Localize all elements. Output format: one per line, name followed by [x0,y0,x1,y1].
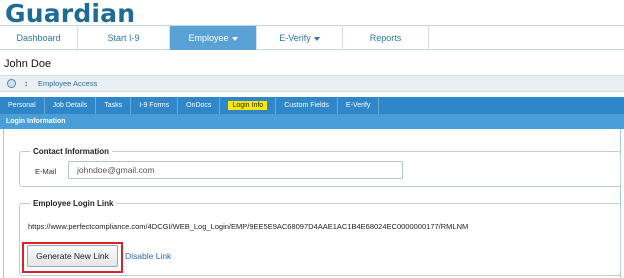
nav-e-verify[interactable]: E-Verify [257,26,343,50]
login-link-url: https://www.perfectcompliance.com/4DCGI/… [28,222,469,231]
employee-login-link-legend: Employee Login Link [30,199,117,208]
employee-tabs: Personal Job Details Tasks I-9 Forms OnD… [0,97,624,114]
tab-login-info-label: Login Info [228,101,268,110]
generate-new-link-button[interactable]: Generate New Link [27,245,118,267]
main-nav: Dashboard Start I-9 Employee E-Verify Re… [0,25,624,50]
contact-information-group: Contact Information E-Mail [19,147,621,187]
employee-access-bar: ↕ Employee Access [0,75,624,92]
employee-login-link-group: Employee Login Link https://www.perfectc… [19,199,621,276]
employee-name: John Doe [4,58,52,70]
disable-link[interactable]: Disable Link [125,251,171,261]
nav-dashboard[interactable]: Dashboard [0,26,78,50]
chevron-down-icon [313,36,320,41]
app-logo: Guardian [5,0,136,28]
tab-custom-fields[interactable]: Custom Fields [276,97,338,114]
email-label: E-Mail [35,167,57,176]
tab-custom-fields-label: Custom Fields [284,102,329,109]
section-title: Login Information [0,114,624,129]
nav-reports-label: Reports [369,33,402,43]
email-field[interactable] [68,161,403,179]
chevron-down-icon [231,36,238,41]
tab-ondocs-label: OnDocs [186,102,212,109]
tab-personal[interactable]: Personal [0,97,45,114]
tab-i9-forms[interactable]: I-9 Forms [131,97,179,114]
login-info-panel: Contact Information E-Mail Employee Logi… [3,129,621,278]
pin-icon[interactable]: ↕ [24,79,28,88]
nav-employee[interactable]: Employee [170,26,257,50]
globe-icon[interactable] [7,79,16,88]
nav-e-verify-label: E-Verify [279,33,311,43]
tab-e-verify[interactable]: E-Verify [338,97,380,114]
tab-tasks[interactable]: Tasks [96,97,132,114]
nav-dashboard-label: Dashboard [16,33,61,43]
tab-tasks-label: Tasks [104,102,123,109]
tab-e-verify-label: E-Verify [345,102,371,109]
tab-ondocs[interactable]: OnDocs [178,97,221,114]
tab-job-details[interactable]: Job Details [45,97,97,114]
nav-reports[interactable]: Reports [343,26,429,50]
tab-personal-label: Personal [8,102,36,109]
nav-start-i9[interactable]: Start I-9 [78,26,170,50]
employee-access-link[interactable]: Employee Access [38,79,97,88]
nav-start-i9-label: Start I-9 [107,33,140,43]
contact-information-legend: Contact Information [30,147,112,156]
tab-job-details-label: Job Details [52,102,88,109]
nav-employee-label: Employee [188,33,229,43]
tab-login-info[interactable]: Login Info [220,97,277,114]
tab-i9-forms-label: I-9 Forms [139,102,170,109]
